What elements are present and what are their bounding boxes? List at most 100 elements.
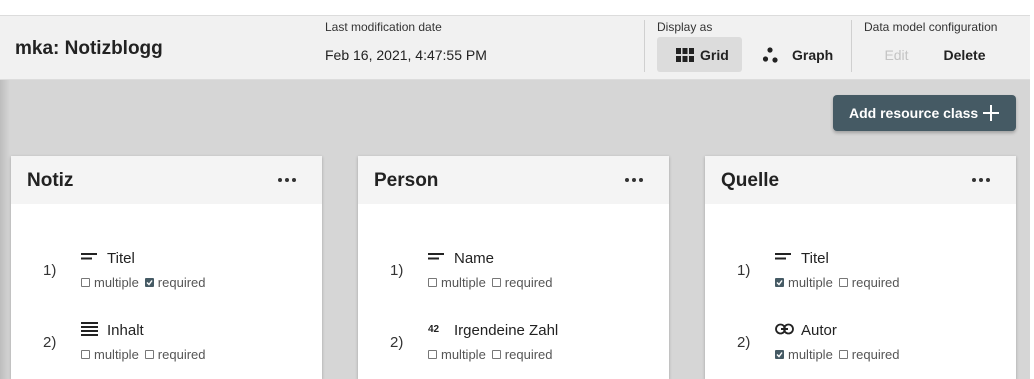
card-title: Notiz: [27, 170, 74, 191]
property-row: 1) Titel multiple required: [705, 245, 1016, 295]
property-row: 2) Autor multiple required: [705, 317, 1016, 367]
property-options: multiple required: [428, 275, 559, 290]
graph-view-label: Graph: [792, 46, 834, 63]
required-option: required: [144, 347, 206, 362]
multiple-checkbox[interactable]: [81, 278, 90, 287]
more-options-icon[interactable]: [972, 172, 990, 188]
property-number: 2): [390, 334, 404, 351]
multiple-label: multiple: [788, 347, 833, 362]
required-checkbox[interactable]: [144, 278, 154, 287]
resource-class-card: Notiz 1) Titel multiple required 2) Inha…: [11, 156, 322, 379]
multiple-checkbox[interactable]: [775, 278, 784, 287]
resource-class-card: Person 1) Name multiple required 2) 42 I…: [358, 156, 669, 379]
multiple-label: multiple: [788, 275, 833, 290]
required-checkbox[interactable]: [144, 350, 154, 359]
graph-icon: [762, 46, 778, 63]
required-checkbox[interactable]: [491, 350, 501, 359]
graph-view-button[interactable]: Graph: [752, 37, 838, 72]
multiple-label: multiple: [441, 275, 486, 290]
card-title: Quelle: [721, 170, 780, 191]
multiple-option: multiple: [428, 347, 486, 362]
required-option: required: [838, 275, 900, 290]
grid-view-button[interactable]: Grid: [657, 37, 742, 72]
project-header: mka: Notizblogg Last modification date F…: [0, 15, 1030, 80]
multiple-option: multiple: [81, 347, 139, 362]
property-name: Autor: [801, 322, 837, 339]
divider: [851, 20, 852, 72]
required-label: required: [157, 347, 206, 362]
required-checkbox[interactable]: [838, 278, 848, 287]
multiple-option: multiple: [775, 275, 833, 290]
property-options: multiple required: [775, 347, 906, 362]
property-row: 1) Titel multiple required: [11, 245, 322, 295]
multiple-option: multiple: [775, 347, 833, 362]
divider: [644, 20, 645, 72]
add-resource-class-label: Add resource class: [849, 105, 979, 121]
required-label: required: [504, 275, 553, 290]
property-options: multiple required: [81, 275, 212, 290]
property-number: 1): [390, 262, 404, 279]
property-options: multiple required: [81, 347, 212, 362]
multiple-option: multiple: [81, 275, 139, 290]
property-name: Inhalt: [107, 322, 144, 339]
data-model-config-label: Data model configuration: [864, 20, 998, 34]
short-text-icon: [81, 253, 97, 260]
multiple-label: multiple: [441, 347, 486, 362]
property-name: Name: [454, 250, 495, 267]
property-number: 1): [737, 262, 751, 279]
multiple-label: multiple: [94, 275, 139, 290]
grid-view-label: Grid: [700, 46, 729, 63]
multiple-checkbox[interactable]: [81, 350, 90, 359]
more-options-icon[interactable]: [278, 172, 296, 188]
grid-icon: [676, 47, 694, 62]
property-options: multiple required: [428, 347, 559, 362]
required-checkbox[interactable]: [491, 278, 501, 287]
short-text-icon: [775, 253, 791, 260]
multiple-option: multiple: [428, 275, 486, 290]
property-row: 1) Name multiple required: [358, 245, 669, 295]
property-name: Titel: [801, 250, 829, 267]
required-option: required: [838, 347, 900, 362]
property-name: Irgendeine Zahl: [454, 322, 559, 339]
property-row: 2) 42 Irgendeine Zahl multiple required: [358, 317, 669, 367]
required-label: required: [157, 275, 206, 290]
required-label: required: [851, 275, 900, 290]
property-number: 2): [737, 334, 751, 351]
required-option: required: [491, 275, 553, 290]
property-name: Titel: [107, 250, 135, 267]
property-number: 1): [43, 262, 57, 279]
plus-icon: [983, 105, 999, 121]
card-header: Person: [358, 156, 669, 204]
window-edge: [1030, 0, 1034, 379]
required-label: required: [504, 347, 553, 362]
display-as-label: Display as: [657, 20, 713, 34]
edit-button[interactable]: Edit: [874, 37, 919, 72]
multiple-checkbox[interactable]: [775, 350, 784, 359]
last-modified-value: Feb 16, 2021, 4:47:55 PM: [325, 47, 487, 63]
card-header: Quelle: [705, 156, 1016, 204]
card-title: Person: [374, 170, 439, 191]
property-row: 2) Inhalt multiple required: [11, 317, 322, 367]
card-header: Notiz: [11, 156, 322, 204]
project-title: mka: Notizblogg: [15, 38, 163, 59]
short-text-icon: [428, 253, 444, 260]
multiple-checkbox[interactable]: [428, 278, 437, 287]
multiple-label: multiple: [94, 347, 139, 362]
required-label: required: [851, 347, 900, 362]
last-modified-label: Last modification date: [325, 20, 442, 34]
more-options-icon[interactable]: [625, 172, 643, 188]
long-text-icon: [81, 322, 98, 336]
top-strip: [0, 0, 1034, 15]
required-option: required: [144, 275, 206, 290]
property-number: 2): [43, 334, 57, 351]
required-checkbox[interactable]: [838, 350, 848, 359]
multiple-checkbox[interactable]: [428, 350, 437, 359]
add-resource-class-button[interactable]: Add resource class: [833, 95, 1016, 131]
resource-class-card: Quelle 1) Titel multiple required 2) Aut…: [705, 156, 1016, 379]
integer-icon: 42: [428, 324, 440, 335]
required-option: required: [491, 347, 553, 362]
link-icon: [775, 323, 794, 335]
delete-button[interactable]: Delete: [932, 37, 997, 72]
sidebar-shadow: [0, 80, 10, 379]
property-options: multiple required: [775, 275, 906, 290]
